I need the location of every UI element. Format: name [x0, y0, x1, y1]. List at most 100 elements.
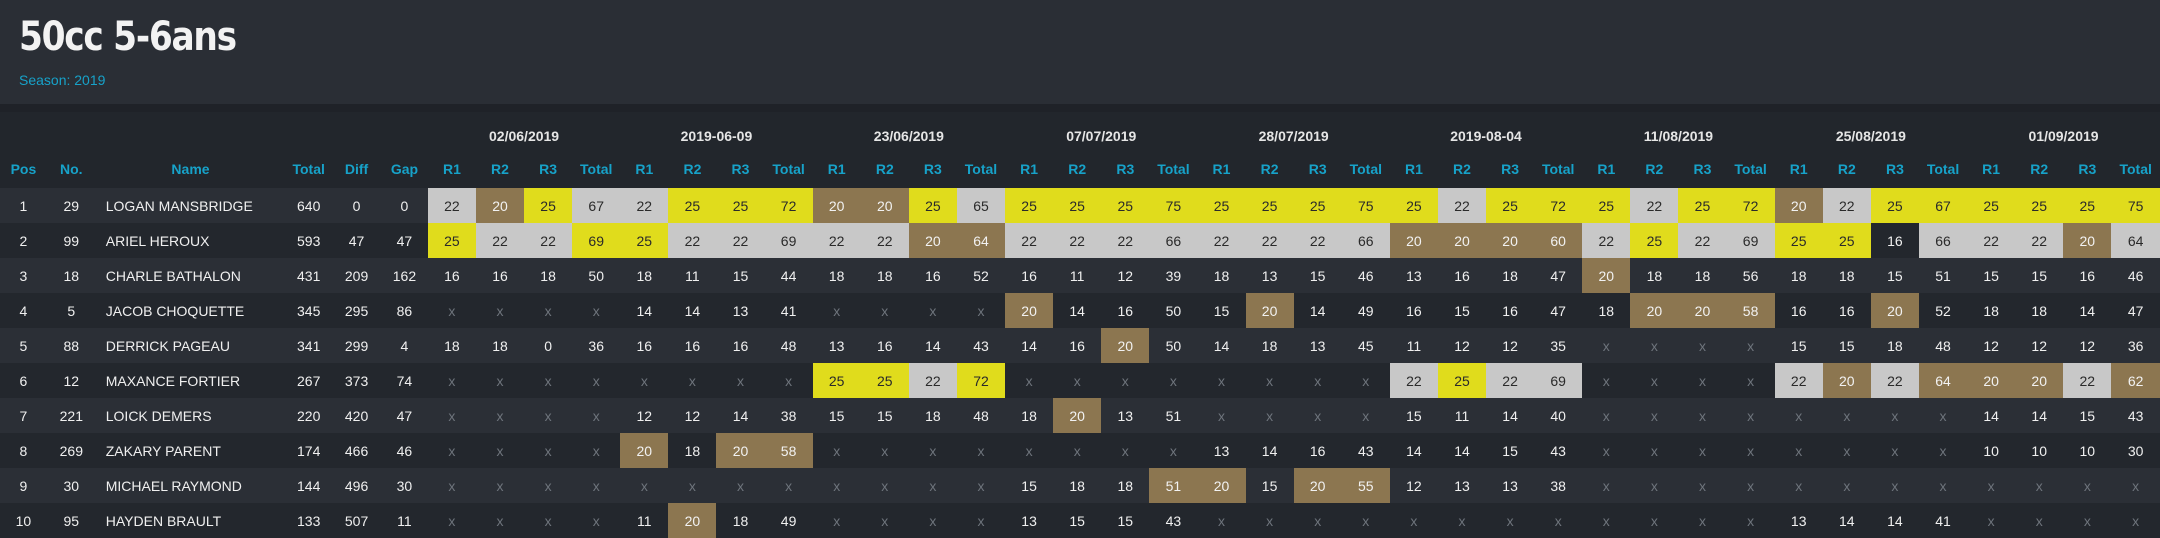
race-score-cell: 20 [1870, 293, 1919, 328]
event-total-cell: 38 [1550, 477, 1566, 494]
table-row[interactable]: 4 5 JACOB CHOQUETTE 345 295 86 x x x x 14 14 13 41 x x x… [0, 293, 2160, 328]
table-row[interactable]: 5 88 DERRICK PAGEAU 341 299 4 18 18 0 36 16 16 16 48 1… [0, 328, 2160, 363]
race-score-cell: 18 [925, 407, 941, 424]
col-r1[interactable]: R1 [813, 150, 861, 188]
event-total-cell: 75 [2111, 188, 2160, 223]
race-score-cell: 25 [1486, 188, 1535, 223]
race-score-cell: 15 [1790, 337, 1807, 354]
col-r3[interactable]: R3 [1101, 150, 1149, 188]
col-total[interactable]: Total [2111, 150, 2160, 188]
race-score-cell: 22 [1774, 363, 1823, 398]
table-row[interactable]: 10 95 HAYDEN BRAULT 133 507 11 x x x x 11 20 18 49 x x x… [0, 503, 2160, 538]
col-total[interactable]: Total [572, 150, 620, 188]
col-diff[interactable]: Diff [332, 150, 381, 188]
driver-name: DERRICK PAGEAU [105, 337, 230, 354]
col-total[interactable]: Total [1919, 150, 1967, 188]
table-row[interactable]: 8 269 ZAKARY PARENT 174 466 46 x x x x 20 18 20 58 x x x… [0, 433, 2160, 468]
col-r1[interactable]: R1 [1967, 150, 2015, 188]
col-r1[interactable]: R1 [428, 150, 476, 188]
col-r2[interactable]: R2 [1438, 150, 1486, 188]
race-score-cell: 16 [876, 337, 893, 354]
event-total-cell: 46 [1358, 267, 1374, 284]
col-pos[interactable]: Pos [0, 150, 47, 188]
col-total[interactable]: Total [1727, 150, 1775, 188]
race-score-cell: x [1650, 512, 1658, 529]
col-r3[interactable]: R3 [1678, 150, 1726, 188]
pos-cell: 4 [19, 302, 28, 319]
race-score-cell: 15 [828, 407, 845, 424]
col-r2[interactable]: R2 [861, 150, 909, 188]
table-row[interactable]: 7 221 LOICK DEMERS 220 420 47 x x x x 12 12 14 38 15 15… [0, 398, 2160, 433]
event-total-cell: 45 [1358, 337, 1374, 354]
race-score-cell: x [1602, 337, 1610, 354]
event-total-cell: x [1362, 372, 1370, 389]
col-total[interactable]: Total [957, 150, 1005, 188]
event-total-cell: 35 [1550, 337, 1566, 354]
col-r2[interactable]: R2 [1630, 150, 1678, 188]
race-score-cell: x [1650, 337, 1658, 354]
event-total-cell: 72 [1534, 188, 1583, 223]
diff-cell: 373 [344, 372, 369, 389]
col-total[interactable]: Total [285, 150, 332, 188]
race-score-cell: 20 [1774, 188, 1823, 223]
col-r1[interactable]: R1 [620, 150, 668, 188]
table-row[interactable]: 1 29 LOGAN MANSBRIDGE 640 0 0 22 20 25 67 22 25 25 72… [0, 188, 2160, 223]
col-r3[interactable]: R3 [2063, 150, 2111, 188]
event-total-cell: 47 [2127, 302, 2144, 319]
race-score-cell: 11 [1454, 407, 1470, 424]
table-row[interactable]: 3 18 CHARLE BATHALON 431 209 162 16 16 18 50 18 11 1… [0, 258, 2160, 293]
race-score-cell: 20 [716, 433, 765, 468]
table-row[interactable]: 2 99 ARIEL HEROUX 593 47 47 25 22 22 69 25 22 22 69 22… [0, 223, 2160, 258]
col-r3[interactable]: R3 [524, 150, 572, 188]
col-total[interactable]: Total [1149, 150, 1197, 188]
event-total-cell: x [1747, 512, 1755, 529]
col-r3[interactable]: R3 [716, 150, 764, 188]
col-r1[interactable]: R1 [1390, 150, 1438, 188]
col-total[interactable]: Total [1342, 150, 1390, 188]
number-cell: 5 [67, 302, 76, 319]
event-total-cell: 72 [956, 363, 1006, 398]
col-r2[interactable]: R2 [476, 150, 524, 188]
col-total[interactable]: Total [765, 150, 813, 188]
race-score-cell: 18 [1213, 267, 1230, 284]
race-score-cell: x [881, 442, 889, 459]
col-r1[interactable]: R1 [1197, 150, 1245, 188]
col-r1[interactable]: R1 [1005, 150, 1053, 188]
race-score-cell: 22 [427, 188, 476, 223]
col-no[interactable]: No. [47, 150, 96, 188]
event-total-cell: 43 [2127, 407, 2144, 424]
col-r3[interactable]: R3 [1871, 150, 1919, 188]
race-score-cell: 18 [1502, 267, 1518, 284]
event-total-cell: x [977, 477, 985, 494]
table-row[interactable]: 9 30 MICHAEL RAYMOND 144 496 30 x x x x x x x x x x x x 15… [0, 468, 2160, 503]
col-r2[interactable]: R2 [668, 150, 716, 188]
race-score-cell: x [688, 477, 696, 494]
gap-cell: 30 [396, 477, 413, 494]
col-r3[interactable]: R3 [1486, 150, 1534, 188]
table-row[interactable]: 6 12 MAXANCE FORTIER 267 373 74 x x x x x x x x 25 25 22… [0, 363, 2160, 398]
event-total-cell: 40 [1550, 407, 1566, 424]
race-score-cell: x [448, 302, 456, 319]
col-r3[interactable]: R3 [1294, 150, 1342, 188]
col-r3[interactable]: R3 [909, 150, 957, 188]
race-score-cell: 18 [1261, 337, 1278, 354]
col-r2[interactable]: R2 [1053, 150, 1101, 188]
col-r2[interactable]: R2 [2015, 150, 2063, 188]
col-r2[interactable]: R2 [1823, 150, 1871, 188]
col-r1[interactable]: R1 [1582, 150, 1630, 188]
col-r1[interactable]: R1 [1775, 150, 1823, 188]
col-name[interactable]: Name [96, 150, 286, 188]
race-score-cell: 14 [1406, 442, 1422, 459]
col-gap[interactable]: Gap [381, 150, 428, 188]
event-total-cell: 44 [780, 267, 797, 284]
col-r2[interactable]: R2 [1246, 150, 1294, 188]
total-points: 220 [297, 407, 321, 424]
race-score-cell: 22 [1197, 223, 1246, 258]
event-total-cell: 47 [1550, 302, 1566, 319]
race-score-cell: x [881, 477, 889, 494]
event-total-cell: 50 [588, 267, 604, 284]
event-total-cell: 72 [764, 188, 813, 223]
race-score-cell: 25 [1582, 188, 1631, 223]
col-total[interactable]: Total [1534, 150, 1582, 188]
race-score-cell: x [1266, 372, 1274, 389]
